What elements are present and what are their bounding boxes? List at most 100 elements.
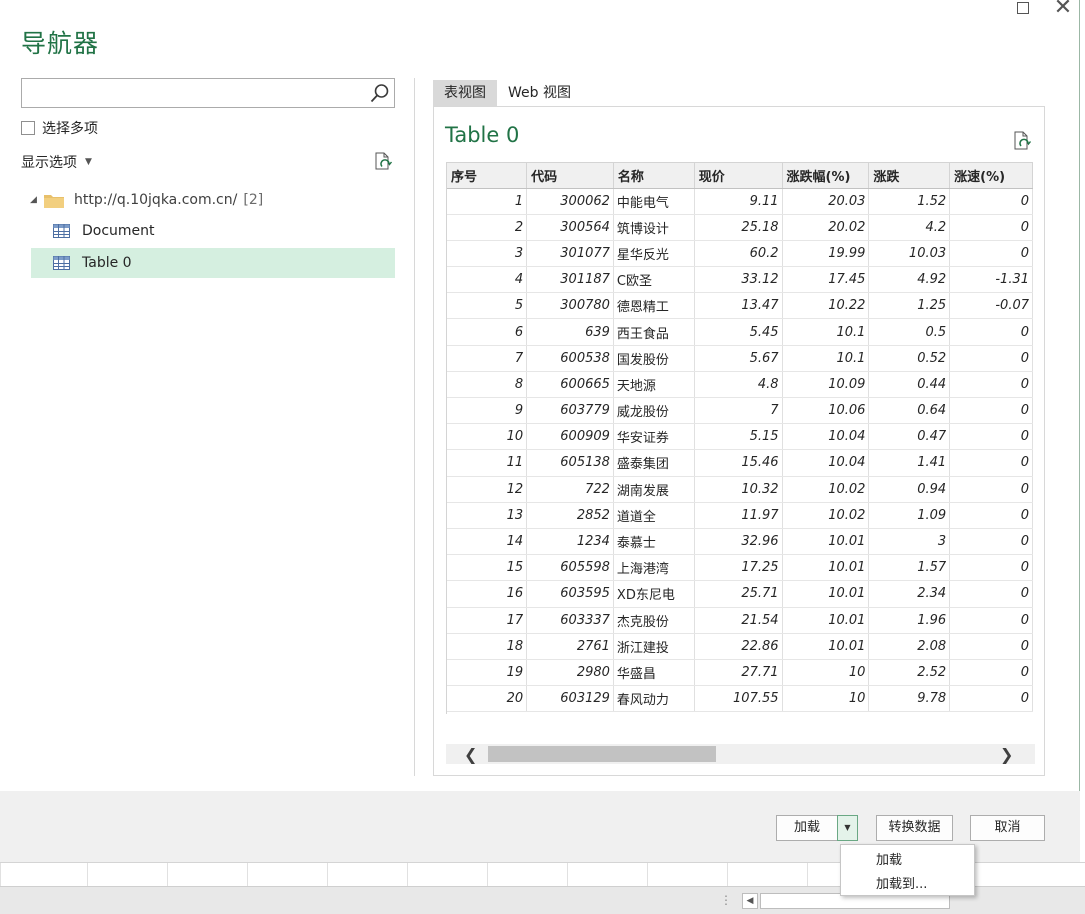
maximize-icon xyxy=(1017,2,1029,14)
tab-table-view[interactable]: 表视图 xyxy=(433,80,497,106)
table-cell: 300564 xyxy=(526,214,614,241)
display-options-dropdown[interactable]: 显示选项 ▼ xyxy=(21,152,92,172)
menu-item-load-to[interactable]: 加载到... xyxy=(876,873,927,892)
table-row[interactable]: 19 2980 华盛昌 27.71 10 2.52 0 xyxy=(447,659,1033,687)
table-cell: 0 xyxy=(949,188,1033,215)
table-row[interactable]: 9 603779 威龙股份 7 10.06 0.64 0 xyxy=(447,397,1033,425)
splitter-handle[interactable]: ⋮ xyxy=(720,893,732,907)
close-button[interactable]: ✕ xyxy=(1052,0,1074,22)
table-row[interactable]: 13 2852 道道全 11.97 10.02 1.09 0 xyxy=(447,502,1033,529)
table-cell: 10 xyxy=(782,685,870,713)
scroll-left-icon[interactable]: ❮ xyxy=(464,745,477,764)
refresh-icon[interactable] xyxy=(373,152,393,172)
tree-item-document[interactable]: Document xyxy=(31,216,395,246)
tree-item-table-0[interactable]: Table 0 xyxy=(31,248,395,278)
table-row[interactable]: 2 300564 筑博设计 25.18 20.02 4.2 0 xyxy=(447,214,1033,241)
column-header[interactable]: 涨跌 xyxy=(868,163,951,189)
table-cell: 10.09 xyxy=(782,371,870,399)
table-cell: -1.31 xyxy=(949,266,1033,294)
table-row[interactable]: 17 603337 杰克股份 21.54 10.01 1.96 0 xyxy=(447,607,1033,634)
cancel-button[interactable]: 取消 xyxy=(970,815,1045,841)
sheet-scroll-left-button[interactable]: ◀ xyxy=(742,893,758,909)
table-cell: XD东尼电 xyxy=(613,580,695,608)
table-row[interactable]: 14 1234 泰慕士 32.96 10.01 3 0 xyxy=(447,528,1033,556)
table-row[interactable]: 15 605598 上海港湾 17.25 10.01 1.57 0 xyxy=(447,554,1033,582)
excel-window: ⋮ ◀ ✕ 导航器 选择多项 显示选项 ▼ ◢ http://q.10jqka.… xyxy=(0,0,1085,914)
folder-icon xyxy=(44,194,64,208)
table-cell: 10.1 xyxy=(782,318,870,346)
table-row[interactable]: 3 301077 星华反光 60.2 19.99 10.03 0 xyxy=(447,240,1033,268)
table-cell: 20.03 xyxy=(782,188,870,215)
table-horizontal-scrollbar[interactable]: ❮ ❯ xyxy=(446,744,1035,764)
table-row[interactable]: 1 300062 中能电气 9.11 20.03 1.52 0 xyxy=(447,188,1033,215)
table-cell: 603337 xyxy=(526,607,614,634)
table-cell: 19 xyxy=(447,659,528,687)
column-header[interactable]: 现价 xyxy=(694,163,783,189)
scroll-right-icon[interactable]: ❯ xyxy=(1000,745,1013,764)
table-cell: 0 xyxy=(949,397,1033,425)
table-cell: 10.04 xyxy=(782,449,870,477)
table-cell: 浙江建投 xyxy=(613,633,695,660)
search-icon[interactable] xyxy=(370,83,390,103)
table-cell: 0 xyxy=(949,607,1033,634)
tab-web-view[interactable]: Web 视图 xyxy=(497,80,582,106)
table-row[interactable]: 8 600665 天地源 4.8 10.09 0.44 0 xyxy=(447,371,1033,399)
refresh-preview-icon[interactable] xyxy=(1012,130,1032,152)
table-row[interactable]: 18 2761 浙江建投 22.86 10.01 2.08 0 xyxy=(447,633,1033,660)
table-cell: 0 xyxy=(949,659,1033,687)
table-row[interactable]: 4 301187 C欧圣 33.12 17.45 4.92 -1.31 xyxy=(447,266,1033,294)
table-cell: -0.07 xyxy=(949,292,1033,320)
preview-panel: Table 0 序号 代码 名称 现价 涨跌幅(%) 涨跌 涨速(%) 1 300062 中能电… xyxy=(433,106,1045,776)
data-table-viewport[interactable]: 序号 代码 名称 现价 涨跌幅(%) 涨跌 涨速(%) 1 300062 中能电气 9.11 20.… xyxy=(446,162,1033,714)
search-input[interactable] xyxy=(21,78,395,108)
tree-root-count: [2] xyxy=(243,192,264,208)
table-row[interactable]: 20 603129 春风动力 107.55 10 9.78 0 xyxy=(447,685,1033,713)
column-header[interactable]: 序号 xyxy=(447,163,528,189)
table-cell: 道道全 xyxy=(613,502,695,529)
column-header[interactable]: 名称 xyxy=(613,163,695,189)
table-row[interactable]: 6 639 西王食品 5.45 10.1 0.5 0 xyxy=(447,318,1033,346)
table-cell: 4.8 xyxy=(694,371,783,399)
collapse-triangle-icon[interactable]: ◢ xyxy=(30,195,44,205)
table-cell: 10 xyxy=(782,659,870,687)
table-row[interactable]: 10 600909 华安证券 5.15 10.04 0.47 0 xyxy=(447,423,1033,451)
table-cell: 5.15 xyxy=(694,423,783,451)
table-cell: 17.25 xyxy=(694,554,783,582)
load-menu: 加载 加载到... xyxy=(840,844,975,896)
table-cell: 60.2 xyxy=(694,240,783,268)
transform-data-button[interactable]: 转换数据 xyxy=(876,815,953,841)
column-header[interactable]: 代码 xyxy=(526,163,614,189)
column-header[interactable]: 涨速(%) xyxy=(949,163,1033,189)
view-tabs: 表视图 Web 视图 xyxy=(433,80,582,106)
table-cell: 5 xyxy=(447,292,528,320)
table-row[interactable]: 11 605138 盛泰集团 15.46 10.04 1.41 0 xyxy=(447,449,1033,477)
load-dropdown-button[interactable]: ▼ xyxy=(837,815,858,841)
table-row[interactable]: 12 722 湖南发展 10.32 10.02 0.94 0 xyxy=(447,476,1033,503)
display-options-label: 显示选项 xyxy=(21,155,77,171)
table-cell: 10.01 xyxy=(782,528,870,556)
load-button[interactable]: 加载 xyxy=(776,815,838,841)
table-cell: 107.55 xyxy=(694,685,783,713)
table-cell: 上海港湾 xyxy=(613,554,695,582)
table-cell: 1.96 xyxy=(868,607,951,634)
menu-item-load[interactable]: 加载 xyxy=(876,849,902,868)
multi-select-checkbox[interactable]: 选择多项 xyxy=(21,119,98,137)
table-row[interactable]: 5 300780 德恩精工 13.47 10.22 1.25 -0.07 xyxy=(447,292,1033,320)
table-cell: 10.1 xyxy=(782,345,870,372)
table-cell: 722 xyxy=(526,476,614,503)
maximize-button[interactable] xyxy=(1012,0,1034,22)
checkbox-icon[interactable] xyxy=(21,121,35,135)
pane-divider[interactable] xyxy=(414,78,415,776)
table-cell: 301077 xyxy=(526,240,614,268)
table-cell: 3 xyxy=(447,240,528,268)
column-header[interactable]: 涨跌幅(%) xyxy=(782,163,870,189)
tree-root-node[interactable]: ◢ http://q.10jqka.com.cn/ [2] xyxy=(30,190,263,210)
table-cell: 1.25 xyxy=(868,292,951,320)
scroll-thumb[interactable] xyxy=(488,746,716,762)
table-row[interactable]: 7 600538 国发股份 5.67 10.1 0.52 0 xyxy=(447,345,1033,372)
table-cell: 1.41 xyxy=(868,449,951,477)
table-cell: 605138 xyxy=(526,449,614,477)
table-cell: 2.52 xyxy=(868,659,951,687)
tree-item-label: Table 0 xyxy=(82,255,132,271)
table-row[interactable]: 16 603595 XD东尼电 25.71 10.01 2.34 0 xyxy=(447,580,1033,608)
